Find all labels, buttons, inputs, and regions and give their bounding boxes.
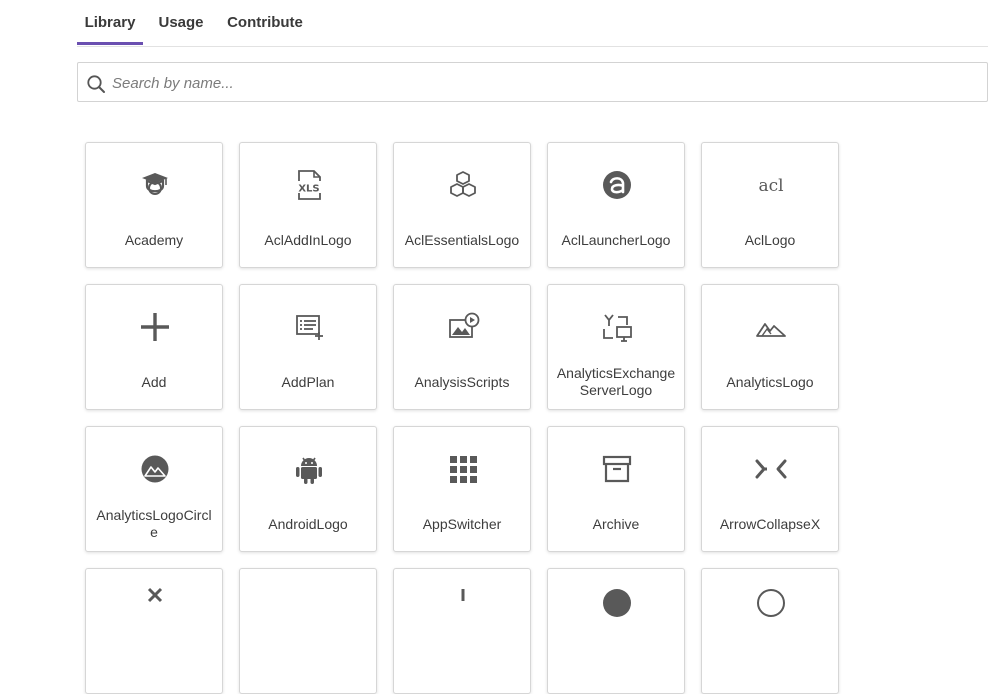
icon-card-analysisscripts[interactable]: AnalysisScripts [393, 284, 531, 410]
icon-card-label: AclAddInLogo [264, 231, 352, 248]
icon-card-label: Archive [592, 515, 640, 532]
icon-card-androidlogo[interactable]: AndroidLogo [239, 426, 377, 552]
icon-card-partial[interactable] [393, 568, 531, 694]
icon-card-label: AppSwitcher [422, 515, 502, 532]
icon-card-label-line: e [150, 524, 158, 540]
archive-box-icon [597, 449, 637, 489]
acl-logo-icon: acl [751, 165, 791, 205]
cubes-icon [443, 165, 483, 205]
partial-icon [135, 559, 175, 603]
icon-card-partial[interactable] [701, 568, 839, 694]
icon-card-addplan[interactable]: AddPlan [239, 284, 377, 410]
icon-card-partial[interactable] [85, 568, 223, 694]
svg-text:XLS: XLS [298, 184, 319, 195]
icon-card-label: AclLauncherLogo [561, 231, 671, 248]
partial-icon [597, 559, 637, 617]
icon-card-acllauncherlogo[interactable]: AclLauncherLogo [547, 142, 685, 268]
android-icon [289, 449, 329, 489]
icon-card-label: AnalyticsLogo [726, 373, 814, 390]
add-plan-icon [289, 307, 329, 347]
icon-card-label: AnalyticsExchange ServerLogo [552, 365, 680, 399]
icon-card-analyticslogocircle[interactable]: AnalyticsLogoCircl e [85, 426, 223, 552]
partial-icon [443, 559, 483, 601]
icon-card-partial[interactable] [239, 568, 377, 694]
icon-card-arrowcollapsex[interactable]: ArrowCollapseX [701, 426, 839, 552]
icon-card-label: Academy [124, 231, 184, 248]
arrow-collapse-x-icon [751, 449, 791, 489]
icon-card-label: Add [141, 373, 167, 390]
icon-card-label: AclLogo [744, 231, 796, 248]
icon-card-label: AndroidLogo [268, 515, 348, 532]
icon-card-label: AclEssentialsLogo [404, 231, 520, 248]
tab-usage[interactable]: Usage [157, 14, 205, 45]
icon-card-aclessentialslogo[interactable]: AclEssentialsLogo [393, 142, 531, 268]
exchange-server-icon [597, 307, 637, 347]
icon-card-label: AnalyticsLogoCircl e [90, 507, 218, 541]
icon-card-label: AnalysisScripts [414, 373, 510, 390]
icon-card-add[interactable]: Add [85, 284, 223, 410]
analysis-scripts-icon [443, 307, 483, 347]
icon-card-label-line: AnalyticsLogoCircl [96, 507, 212, 523]
mountains-circle-icon [135, 449, 175, 489]
icon-card-label: ArrowCollapseX [719, 515, 821, 532]
tab-contribute[interactable]: Contribute [225, 14, 305, 45]
icon-card-appswitcher[interactable]: AppSwitcher [393, 426, 531, 552]
icon-card-label-line: ServerLogo [579, 382, 653, 398]
icon-card-archive[interactable]: Archive [547, 426, 685, 552]
tab-bar: Library Usage Contribute [77, 0, 988, 47]
icon-card-acllogo[interactable]: acl AclLogo [701, 142, 839, 268]
icon-card-label: AddPlan [281, 373, 335, 390]
icon-card-academy[interactable]: Academy [85, 142, 223, 268]
launcher-logo-icon [597, 165, 637, 205]
icon-card-analyticslogo[interactable]: AnalyticsLogo [701, 284, 839, 410]
search-icon [86, 74, 106, 94]
icon-card-label-line: AnalyticsExchange [556, 365, 676, 381]
icon-card-partial[interactable] [547, 568, 685, 694]
search-input[interactable] [110, 70, 974, 96]
mountains-icon [751, 307, 791, 347]
plus-icon [135, 307, 175, 347]
icon-card-acladdinlogo[interactable]: XLS AclAddInLogo [239, 142, 377, 268]
icon-card-analyticsexchangeserverlogo[interactable]: AnalyticsExchange ServerLogo [547, 284, 685, 410]
academy-icon [135, 165, 175, 205]
app-grid-icon [443, 449, 483, 489]
search-box [77, 62, 988, 102]
partial-icon [751, 559, 791, 617]
tab-library[interactable]: Library [77, 14, 143, 45]
xls-file-icon: XLS [289, 165, 329, 205]
svg-text:acl: acl [758, 176, 783, 196]
